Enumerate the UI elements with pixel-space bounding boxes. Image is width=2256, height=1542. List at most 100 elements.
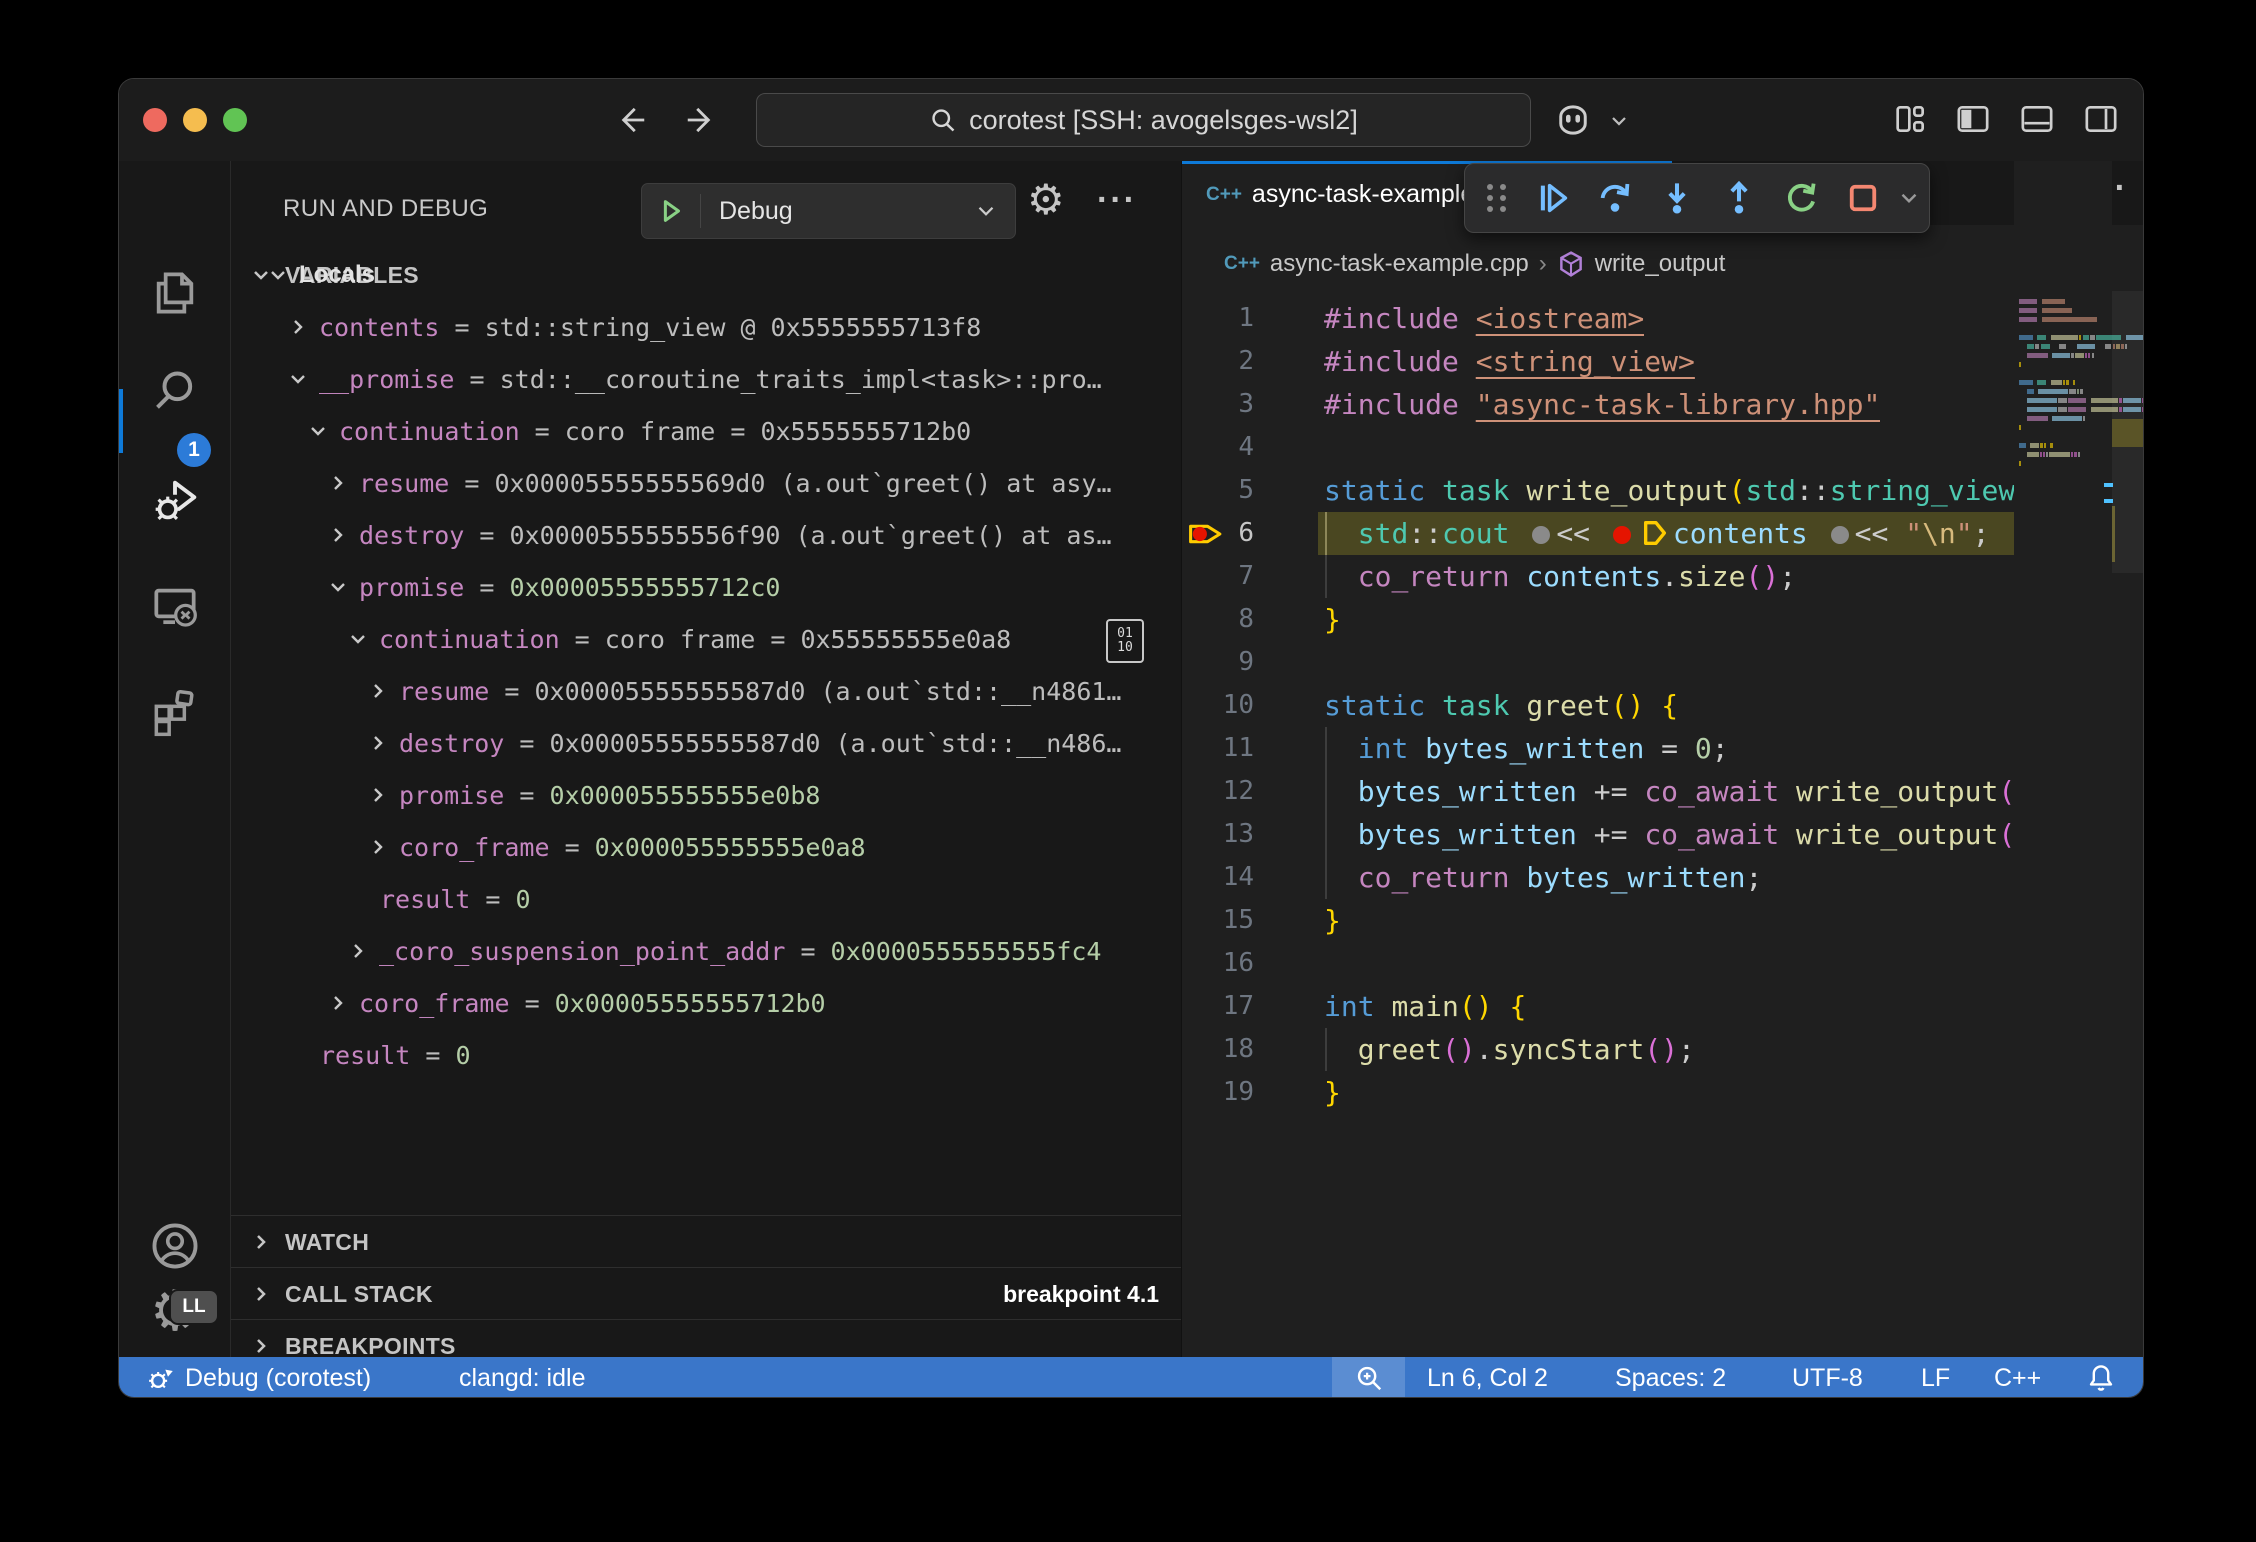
code-line-15[interactable]: } bbox=[1324, 899, 1341, 942]
code-line-12[interactable]: bytes_written += co_await write_output(c… bbox=[1324, 770, 2014, 813]
zoom-window-button[interactable] bbox=[223, 108, 247, 132]
variable-name: promise bbox=[359, 573, 464, 602]
line-number: 4 bbox=[1182, 426, 1254, 469]
extensions-icon[interactable] bbox=[119, 683, 231, 739]
chevron-collapsed-icon bbox=[366, 731, 390, 755]
step-out-button[interactable] bbox=[1708, 180, 1770, 216]
clangd-status-item[interactable]: clangd: idle bbox=[459, 1357, 585, 1398]
variable-value: 0x000055555555e0b8 bbox=[550, 781, 821, 810]
search-icon[interactable] bbox=[119, 363, 231, 419]
variable-row-resume[interactable]: resume = 0x00005555555587d0 (a.out`std::… bbox=[231, 665, 1181, 717]
chevron-collapsed-icon bbox=[326, 523, 350, 547]
inline-breakpoint-candidate-icon[interactable] bbox=[1831, 526, 1849, 544]
customize-layout-icon[interactable] bbox=[1891, 99, 1931, 139]
minimap[interactable] bbox=[2014, 161, 2112, 1357]
variable-row-coro_frame[interactable]: coro_frame = 0x00005555555712b0 bbox=[231, 977, 1181, 1029]
code-line-8[interactable]: } bbox=[1324, 598, 1341, 641]
code-line-18[interactable]: greet().syncStart(); bbox=[1324, 1028, 1695, 1071]
status-bar: Debug (corotest) clangd: idle Ln 6, Col … bbox=[119, 1357, 2143, 1398]
toggle-primary-sidebar-icon[interactable] bbox=[1953, 99, 1993, 139]
notifications-bell-icon[interactable] bbox=[2085, 1357, 2117, 1398]
call-stack-section-header[interactable]: CALL STACK breakpoint 4.1 bbox=[231, 1267, 1181, 1320]
indentation-item[interactable]: Spaces: 2 bbox=[1615, 1357, 1726, 1398]
variable-row-contents[interactable]: contents = std::string_view @ 0x55555557… bbox=[231, 301, 1181, 353]
profile-badge[interactable]: LL bbox=[169, 1289, 219, 1325]
step-into-button[interactable] bbox=[1646, 180, 1708, 216]
debug-session-chevron-icon[interactable] bbox=[1896, 185, 1922, 211]
line-number: 19 bbox=[1182, 1071, 1254, 1114]
minimize-window-button[interactable] bbox=[183, 108, 207, 132]
variable-row-destroy[interactable]: destroy = 0x00005555555587d0 (a.out`std:… bbox=[231, 717, 1181, 769]
drag-handle-icon[interactable] bbox=[1487, 184, 1508, 212]
activity-bar: 1 ⚙ LL bbox=[119, 161, 231, 1357]
copilot-icon[interactable] bbox=[1551, 99, 1595, 141]
chevron-expanded-icon bbox=[346, 627, 370, 651]
back-icon[interactable] bbox=[611, 101, 649, 139]
inline-breakpoint-candidate-icon[interactable] bbox=[1532, 526, 1550, 544]
variable-row-continuation[interactable]: continuation = coro frame = 0x55555555e0… bbox=[231, 613, 1181, 665]
code-line-17[interactable]: int main() { bbox=[1324, 985, 1526, 1028]
variable-name: contents bbox=[319, 313, 439, 342]
code-line-7[interactable]: co_return contents.size(); bbox=[1324, 555, 1796, 598]
chevron-collapsed-icon bbox=[366, 679, 390, 703]
variable-row-result[interactable]: result = 0 bbox=[231, 1029, 1181, 1081]
cursor-position-label: Ln 6, Col 2 bbox=[1427, 1364, 1548, 1393]
variable-row-_coro_suspension_point_addr[interactable]: _coro_suspension_point_addr = 0x00005555… bbox=[231, 925, 1181, 977]
encoding-item[interactable]: UTF-8 bbox=[1792, 1357, 1863, 1398]
close-window-button[interactable] bbox=[143, 108, 167, 132]
breakpoint-current-frame-icon[interactable] bbox=[1186, 514, 1226, 554]
debug-status-item[interactable]: Debug (corotest) bbox=[145, 1357, 371, 1398]
view-binary-icon[interactable]: 0110 bbox=[1106, 619, 1144, 663]
chevron-down-icon[interactable] bbox=[1607, 109, 1631, 133]
code-area[interactable]: 1#include <iostream>2#include <string_vi… bbox=[1182, 161, 2014, 1357]
code-line-10[interactable]: static task greet() { bbox=[1324, 684, 1678, 727]
chevron-collapsed-icon bbox=[366, 783, 390, 807]
variable-row-resume[interactable]: resume = 0x00005555555569d0 (a.out`greet… bbox=[231, 457, 1181, 509]
code-line-2[interactable]: #include <string_view> bbox=[1324, 340, 1695, 383]
breakpoints-section-header[interactable]: BREAKPOINTS bbox=[231, 1319, 1181, 1357]
code-line-5[interactable]: static task write_output(std::string_vie… bbox=[1324, 469, 2014, 512]
code-line-14[interactable]: co_return bytes_written; bbox=[1324, 856, 1762, 899]
explorer-icon[interactable] bbox=[119, 265, 231, 321]
variable-row-promise[interactable]: promise = 0x00005555555712c0 bbox=[231, 561, 1181, 613]
step-over-button[interactable] bbox=[1584, 180, 1646, 216]
debug-configuration-dropdown[interactable]: Debug bbox=[641, 183, 1016, 239]
run-and-debug-icon[interactable] bbox=[119, 473, 231, 531]
debug-count-badge: 1 bbox=[177, 433, 211, 467]
scope-row-locals[interactable]: Locals bbox=[231, 249, 1181, 301]
command-center-search[interactable]: corotest [SSH: avogelsges-wsl2] bbox=[756, 93, 1531, 147]
variable-row-promise[interactable]: promise = 0x000055555555e0b8 bbox=[231, 769, 1181, 821]
language-mode-label: C++ bbox=[1994, 1364, 2041, 1393]
continue-button[interactable] bbox=[1522, 180, 1584, 216]
eol-item[interactable]: LF bbox=[1921, 1357, 1950, 1398]
code-line-3[interactable]: #include "async-task-library.hpp" bbox=[1324, 383, 1880, 426]
forward-icon[interactable] bbox=[683, 101, 721, 139]
inline-breakpoint-icon[interactable] bbox=[1613, 526, 1631, 544]
code-line-19[interactable]: } bbox=[1324, 1071, 1341, 1114]
language-mode-item[interactable]: C++ bbox=[1994, 1357, 2041, 1398]
screencast-zoom-item[interactable] bbox=[1332, 1357, 1405, 1398]
debug-status-label: Debug (corotest) bbox=[185, 1364, 371, 1393]
toggle-secondary-sidebar-icon[interactable] bbox=[2081, 99, 2121, 139]
variable-row-coro_frame[interactable]: coro_frame = 0x000055555555e0a8 bbox=[231, 821, 1181, 873]
code-line-6[interactable]: std::cout << contents << "\n"; bbox=[1324, 512, 1990, 555]
code-line-1[interactable]: #include <iostream> bbox=[1324, 297, 1644, 340]
debug-settings-gear-icon[interactable]: ⚙ bbox=[1027, 175, 1065, 224]
watch-section-header[interactable]: WATCH bbox=[231, 1215, 1181, 1268]
code-line-13[interactable]: bytes_written += co_await write_output(c… bbox=[1324, 813, 2014, 856]
variable-row-continuation[interactable]: continuation = coro frame = 0x5555555712… bbox=[231, 405, 1181, 457]
views-more-actions-icon[interactable]: ··· bbox=[1097, 181, 1137, 220]
code-line-11[interactable]: int bytes_written = 0; bbox=[1324, 727, 1729, 770]
variable-row-destroy[interactable]: destroy = 0x0000555555556f90 (a.out`gree… bbox=[231, 509, 1181, 561]
toggle-panel-icon[interactable] bbox=[2017, 99, 2057, 139]
variable-row-result[interactable]: result = 0 bbox=[231, 873, 1181, 925]
cursor-position-item[interactable]: Ln 6, Col 2 bbox=[1427, 1357, 1548, 1398]
variable-row-__promise[interactable]: __promise = std::__coroutine_traits_impl… bbox=[231, 353, 1181, 405]
line-number: 16 bbox=[1182, 942, 1254, 985]
account-icon[interactable] bbox=[119, 1217, 231, 1275]
restart-button[interactable] bbox=[1770, 180, 1832, 216]
stop-button[interactable] bbox=[1832, 180, 1894, 216]
start-debug-icon[interactable] bbox=[642, 194, 701, 228]
remote-explorer-icon[interactable] bbox=[119, 579, 231, 635]
variable-value: std::__coroutine_traits_impl<task>::pro… bbox=[500, 365, 1102, 394]
